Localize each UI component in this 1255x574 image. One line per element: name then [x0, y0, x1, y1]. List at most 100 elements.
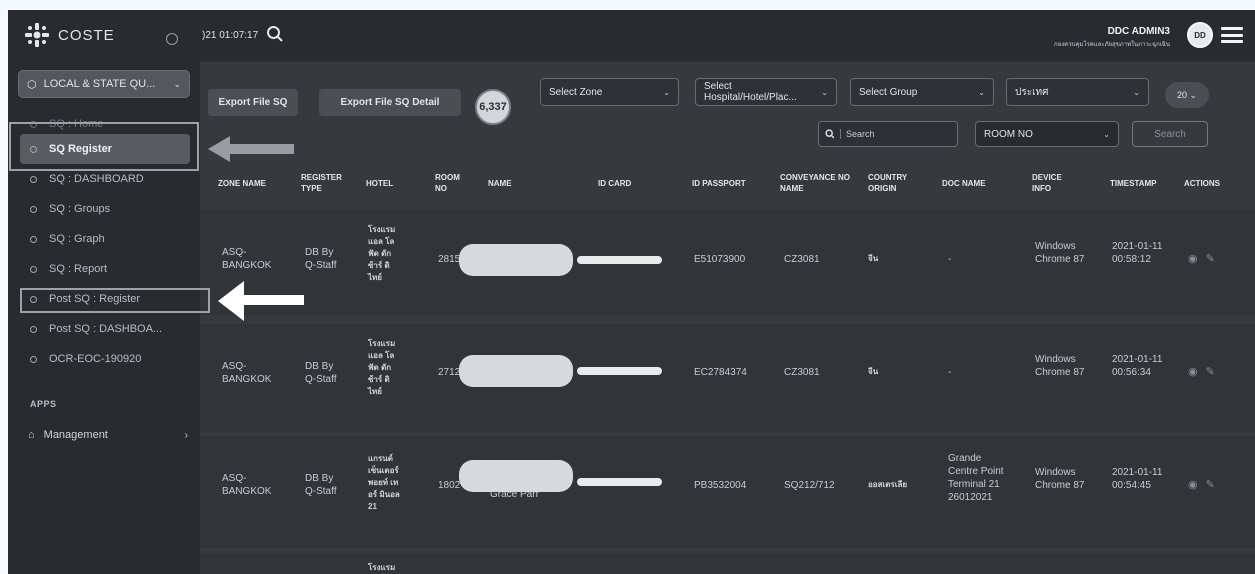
circle-icon — [30, 355, 37, 363]
arrow-left-icon — [208, 136, 294, 162]
column-header-doc: DOC NAME — [942, 179, 986, 188]
cell-doc: Grande Centre Point Terminal 21 26012021 — [948, 453, 1004, 503]
sidebar-toggle[interactable] — [166, 33, 178, 45]
clock: )21 01:07:17 — [202, 30, 259, 41]
module-label: LOCAL & STATE QU... — [43, 78, 156, 90]
chevron-down-icon: ⌄ — [821, 87, 828, 97]
sidebar-item-sq-report[interactable]: SQ : Report — [8, 254, 200, 284]
record-count-badge: 6,337 — [475, 89, 511, 125]
sidebar-item-sq-groups[interactable]: SQ : Groups — [8, 194, 200, 224]
search-icon[interactable] — [266, 25, 284, 43]
column-header-zone: ZONE NAME — [218, 179, 266, 188]
redacted-id-card — [577, 478, 662, 486]
column-header-conveyance: CONVEYANCE NO NAME — [780, 173, 850, 193]
chevron-down-icon: ⌄ — [1133, 87, 1140, 97]
user-org: กองควบคุมโรคและภัยสุขภาพในภาวะฉุกเฉิน — [1054, 42, 1170, 48]
cell-conveyance: SQ212/712 — [784, 480, 835, 491]
table-row[interactable] — [200, 553, 1255, 574]
group-select[interactable]: Select Group ⌄ — [850, 78, 994, 106]
cell-hotel: โรงแรม — [368, 563, 396, 572]
chevron-down-icon: ⌄ — [978, 87, 985, 97]
cell-hotel: โรงแรม แอล โล ฟัด ดัก ซ้าร์ ดิ ไทย์ — [368, 339, 396, 396]
cell-country: จีน — [868, 254, 879, 263]
view-icon[interactable]: ◉ — [1188, 478, 1198, 491]
chevron-down-icon: ⌄ — [1103, 129, 1110, 139]
coste-logo-icon — [25, 23, 49, 47]
column-header-actions: ACTIONS — [1184, 179, 1220, 188]
cell-doc: - — [948, 254, 952, 265]
column-header-device: DEVICE INFO — [1032, 173, 1062, 193]
menu-icon[interactable] — [1221, 27, 1243, 43]
search-icon — [825, 129, 835, 139]
sidebar-item-sq-graph[interactable]: SQ : Graph — [8, 224, 200, 254]
sidebar-item-post-sq-dashboard[interactable]: Post SQ : DASHBOA... — [8, 314, 200, 344]
avatar[interactable]: DD — [1187, 22, 1213, 48]
column-header-country: COUNTRY ORIGIN — [868, 173, 908, 193]
sidebar-item-label: OCR-EOC-190920 — [49, 353, 142, 365]
apps-section-label: APPS — [30, 399, 57, 409]
sidebar-item-label: SQ : Groups — [49, 203, 111, 215]
cell-country: ออสเตรเลีย — [868, 480, 908, 489]
cell-passport: E51073900 — [694, 254, 746, 265]
cell-hotel: แกรนด์ เซ็นเตอร์ พอยท์ เทอร์ มินอล 21 — [368, 454, 400, 511]
cell-passport: EC2784374 — [694, 367, 747, 378]
sidebar-item-ocr-eoc[interactable]: OCR-EOC-190920 — [8, 344, 200, 374]
view-icon[interactable]: ◉ — [1188, 365, 1198, 378]
column-header-passport: ID PASSPORT — [692, 179, 746, 188]
app-window: COSTE ⬡ LOCAL & STATE QU... ⌄ SQ : Home … — [8, 10, 1255, 574]
cell-zone: ASQ-BANGKOK — [222, 473, 272, 497]
export-sq-button[interactable]: Export File SQ — [208, 89, 298, 116]
highlight-box-sq-register — [9, 122, 199, 171]
cell-room: 2815 — [438, 254, 461, 265]
redacted-name — [459, 355, 573, 387]
module-dropdown[interactable]: ⬡ LOCAL & STATE QU... ⌄ — [18, 70, 190, 98]
cell-timestamp: 2021-01-11 00:54:45 — [1112, 467, 1163, 491]
redacted-id-card — [577, 367, 662, 375]
table-row[interactable] — [200, 436, 1255, 548]
zone-select[interactable]: Select Zone ⌄ — [540, 78, 679, 106]
chevron-right-icon: › — [184, 429, 188, 441]
circle-icon — [30, 265, 37, 273]
user-info[interactable]: DDC ADMIN3 กองควบคุมโรคและภัยสุขภาพในภาว… — [1054, 26, 1170, 49]
search-button[interactable]: Search — [1132, 121, 1208, 147]
room-select[interactable]: ROOM NO ⌄ — [975, 121, 1119, 147]
export-sq-detail-button[interactable]: Export File SQ Detail — [319, 89, 461, 116]
management-label: Management — [43, 429, 108, 441]
hospital-select[interactable]: Select Hospital/Hotel/Plac... ⌄ — [695, 78, 837, 106]
brand-logo[interactable]: COSTE — [24, 20, 115, 50]
page-size-select[interactable]: 20 ⌄ — [1165, 82, 1209, 108]
circle-icon — [30, 175, 37, 183]
cell-passport: PB3532004 — [694, 480, 747, 491]
redacted-id-card — [577, 256, 662, 264]
sidebar-item-label: SQ : DASHBOARD — [49, 173, 144, 185]
redacted-name — [459, 244, 573, 276]
cell-zone: ASQ-BANGKOK — [222, 361, 272, 385]
cell-country: จีน — [868, 367, 879, 376]
sidebar-item-label: SQ : Report — [49, 263, 108, 275]
country-select[interactable]: ประเทศ ⌄ — [1006, 78, 1149, 106]
view-icon[interactable]: ◉ — [1188, 252, 1198, 265]
page-size-value: 20 — [1176, 90, 1187, 100]
cell-register-type: DB By Q-Staff — [305, 361, 337, 385]
circle-icon — [30, 325, 37, 333]
sidebar-item-management[interactable]: ⌂ Management › — [28, 425, 188, 445]
edit-icon[interactable]: ✎ — [1206, 252, 1215, 265]
cell-timestamp: 2021-01-11 00:56:34 — [1112, 354, 1163, 378]
edit-icon[interactable]: ✎ — [1206, 478, 1215, 491]
country-select-value: ประเทศ — [1015, 86, 1049, 98]
edit-icon[interactable]: ✎ — [1206, 365, 1215, 378]
cell-conveyance: CZ3081 — [784, 254, 820, 265]
row-actions: ◉ ✎ — [1188, 252, 1215, 265]
home-icon: ⌂ — [28, 429, 35, 441]
column-header-id-card: ID CARD — [598, 179, 632, 188]
cell-room: 1802 — [438, 480, 461, 491]
cell-doc: - — [948, 367, 952, 378]
search-input[interactable]: Search — [818, 121, 958, 147]
cell-device: Windows Chrome 87 — [1035, 241, 1085, 265]
cell-device: Windows Chrome 87 — [1035, 467, 1085, 491]
top-bar: )21 01:07:17 DDC ADMIN3 กองควบคุมโรคและภ… — [200, 10, 1255, 62]
chevron-down-icon: ⌄ — [173, 78, 181, 89]
user-name: DDC ADMIN3 — [1107, 26, 1170, 37]
chevron-down-icon: ⌄ — [663, 87, 670, 97]
group-select-value: Select Group — [859, 86, 918, 98]
